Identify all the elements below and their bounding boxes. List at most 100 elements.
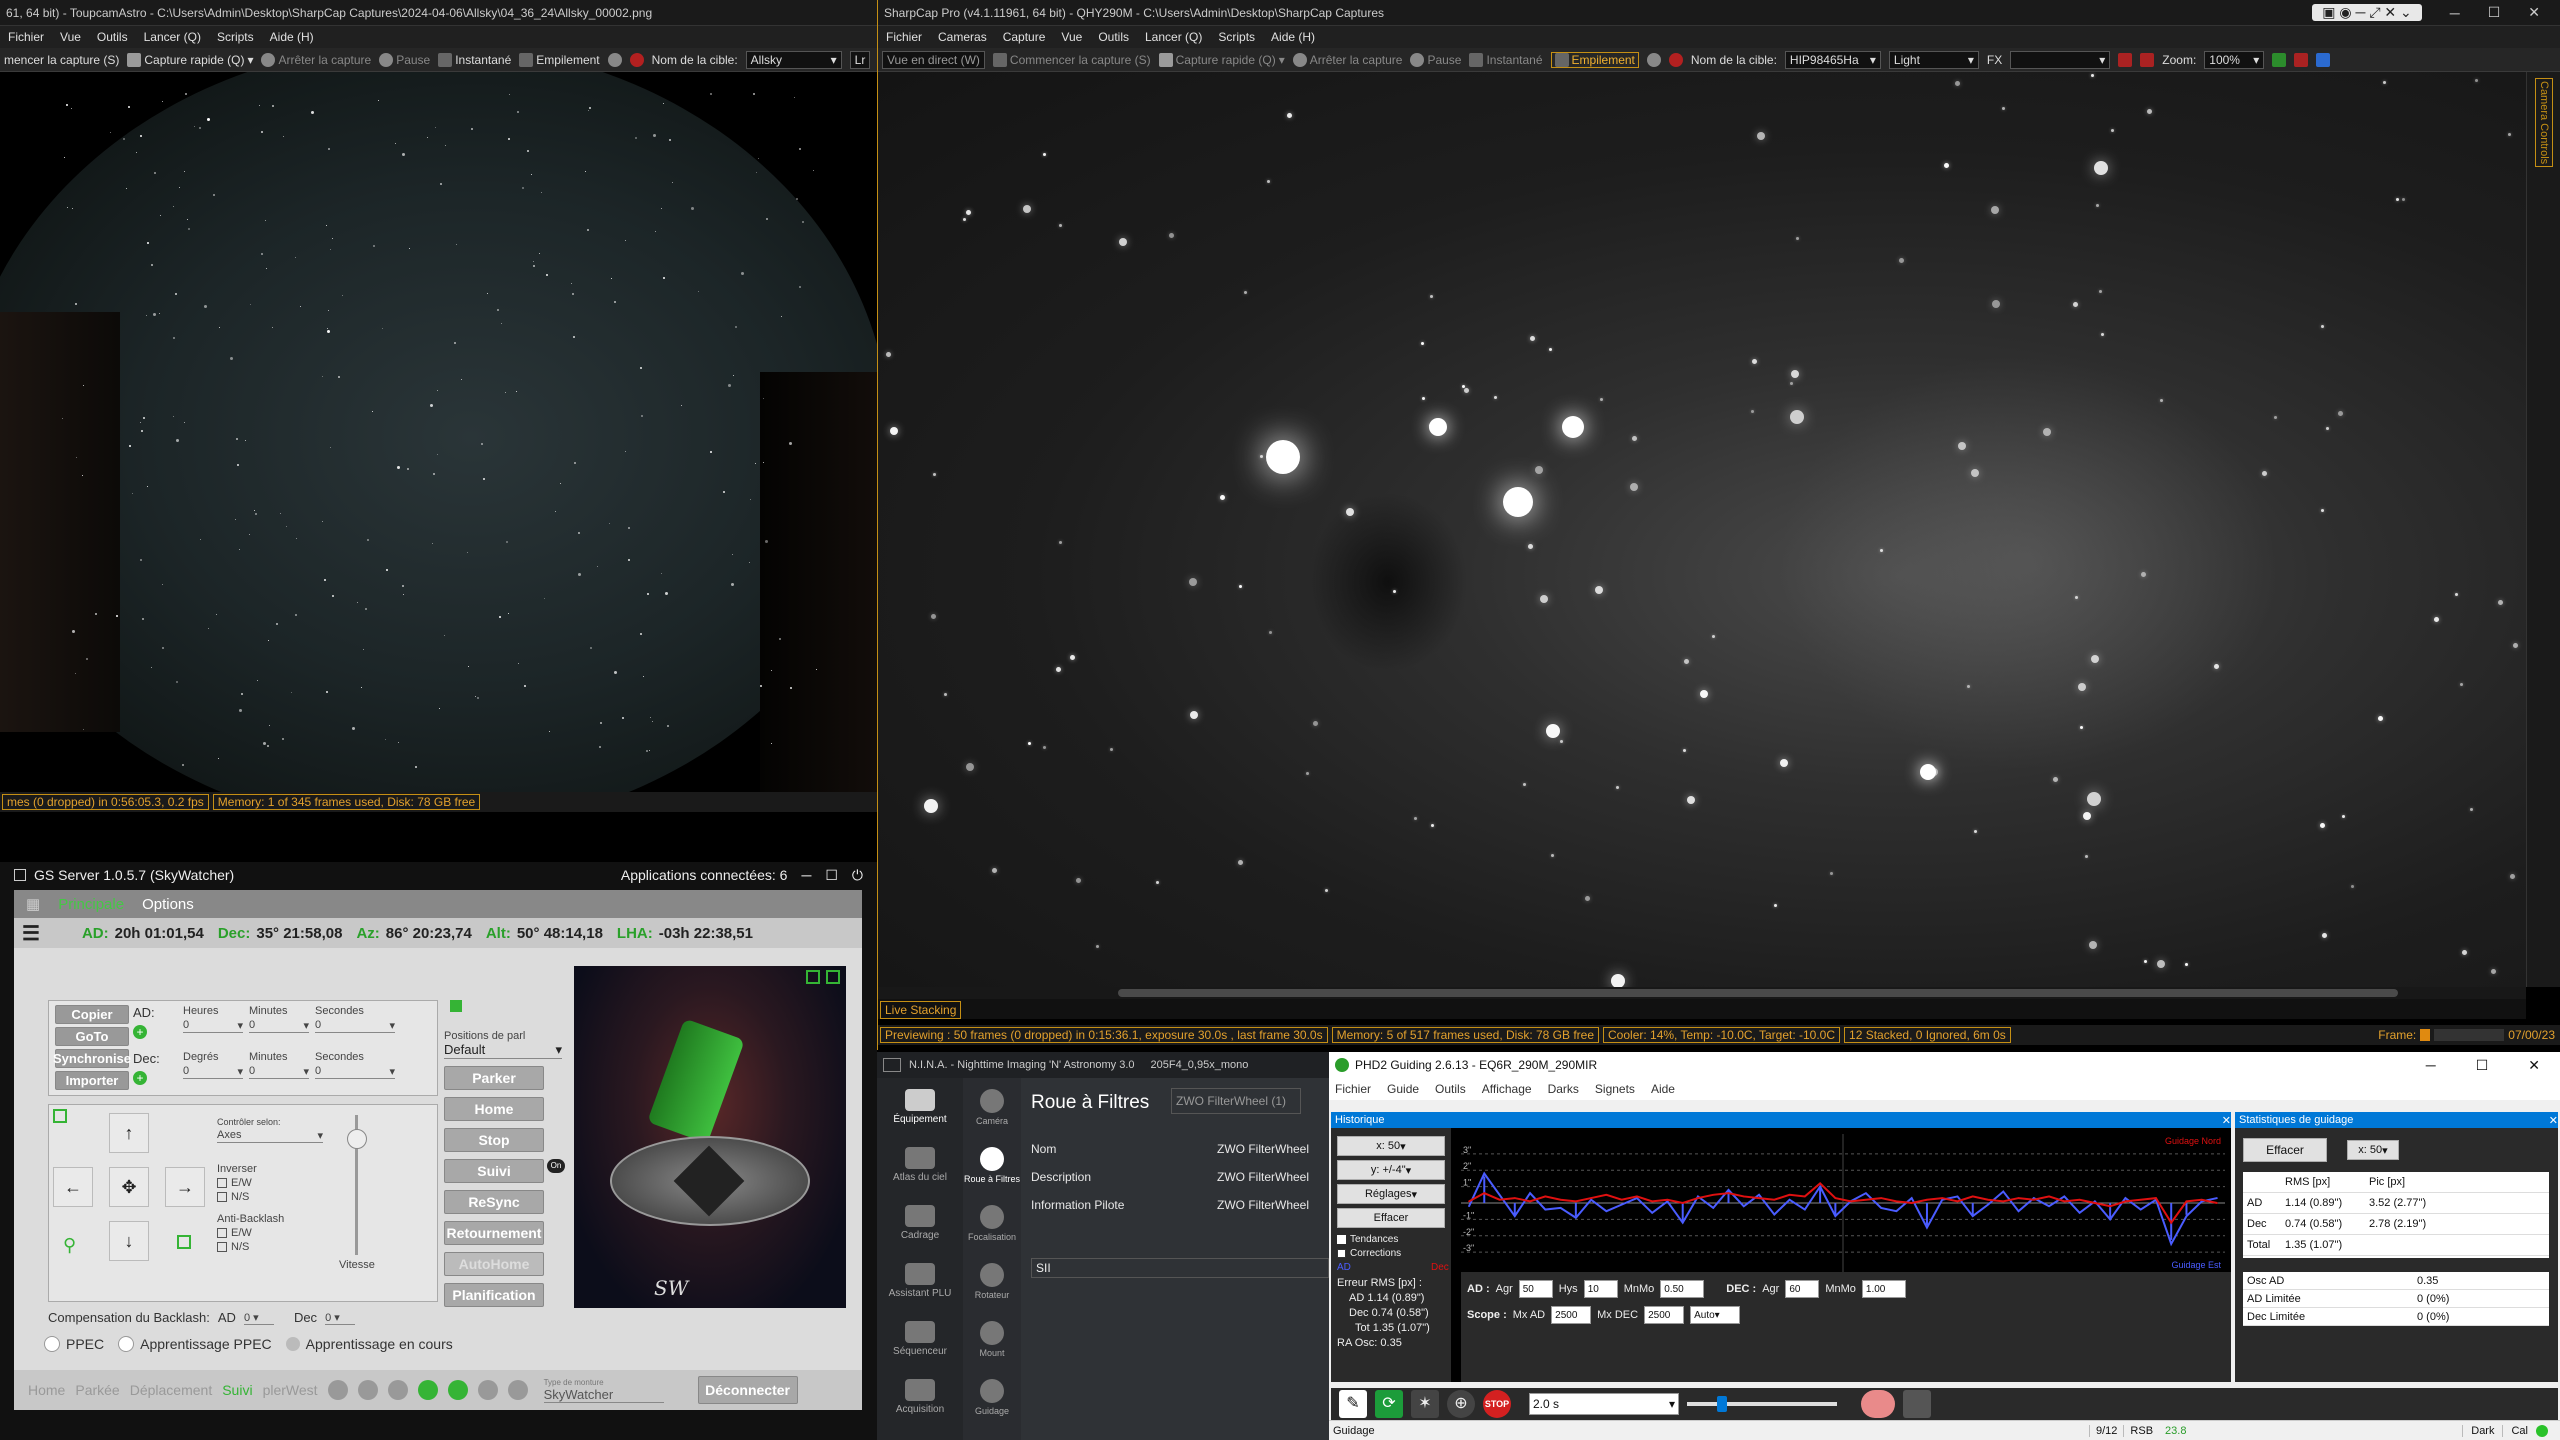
minimize-icon[interactable]: ─: [801, 867, 811, 883]
arrow-right-button[interactable]: →: [165, 1167, 205, 1207]
mount-retournement-button[interactable]: Retournement: [444, 1221, 544, 1245]
expand-icon[interactable]: [53, 1109, 67, 1123]
ppec-learning-toggle[interactable]: [118, 1336, 135, 1352]
menu-item[interactable]: Lancer (Q): [1145, 30, 1202, 44]
mount-type-select[interactable]: Type de monture SkyWatcher: [543, 1378, 664, 1403]
crosshair-icon[interactable]: [2140, 52, 2155, 67]
scrollbar-thumb[interactable]: [1118, 989, 2398, 997]
mount-planification-button[interactable]: Planification: [444, 1283, 544, 1307]
checkbox-icon[interactable]: [450, 1000, 462, 1012]
sync-button[interactable]: Synchronise: [53, 1049, 131, 1068]
menu-item[interactable]: Aide (H): [1271, 30, 1315, 44]
live-view-button[interactable]: Vue en direct (W): [882, 50, 985, 69]
clear-stats-button[interactable]: Effacer: [2243, 1138, 2327, 1162]
menu-item[interactable]: Vue: [1061, 30, 1082, 44]
histogram-icon[interactable]: [2272, 52, 2287, 67]
ad-minmo-input[interactable]: 0.50: [1660, 1280, 1705, 1298]
nav-3[interactable]: Assistant PLU: [877, 1252, 963, 1310]
tab-principale[interactable]: Principale: [58, 896, 124, 913]
menu-item[interactable]: Darks: [1548, 1082, 1579, 1096]
maximize-icon[interactable]: ☐: [2488, 4, 2501, 21]
dec-minmo-input[interactable]: 1.00: [1861, 1280, 1906, 1298]
horizontal-scrollbar[interactable]: [878, 987, 2526, 999]
quick-capture-button[interactable]: Capture rapide (Q) ▾: [1158, 52, 1285, 67]
target-name-field[interactable]: HIP98465Ha ▾: [1784, 50, 1881, 69]
subnav-3[interactable]: Rotateur: [963, 1252, 1021, 1310]
search-icon[interactable]: [2294, 52, 2309, 67]
center-move-button[interactable]: ✥: [109, 1167, 149, 1207]
minimize-icon[interactable]: ─: [2426, 1057, 2436, 1073]
ra-hours-input[interactable]: 0 ▾: [183, 1019, 243, 1033]
stack-button[interactable]: Empilement: [1550, 51, 1639, 68]
usb-icon[interactable]: [417, 1380, 438, 1400]
warning-icon[interactable]: [357, 1380, 378, 1400]
pause-button[interactable]: Pause: [1410, 52, 1461, 67]
red-record-icon[interactable]: [629, 52, 644, 67]
menu-item[interactable]: Fichier: [886, 30, 922, 44]
mount-home-button[interactable]: Home: [444, 1097, 544, 1121]
ra-seconds-input[interactable]: 0 ▾: [315, 1019, 395, 1033]
backlash-dec-input[interactable]: 0 ▾: [325, 1311, 356, 1325]
ad-aggressiveness-input[interactable]: 50: [1518, 1280, 1553, 1298]
allsky-pause-button[interactable]: Pause: [379, 52, 430, 67]
allsky-snapshot-button[interactable]: Instantané: [438, 52, 511, 67]
alarm-icon[interactable]: [387, 1380, 408, 1400]
minimize-icon[interactable]: ─: [2450, 5, 2460, 21]
filter-field[interactable]: SII: [1031, 1258, 1329, 1278]
mount-autohome-button[interactable]: AutoHome: [444, 1252, 544, 1276]
subnav-0[interactable]: Caméra: [963, 1078, 1021, 1136]
menu-item[interactable]: Capture: [1003, 30, 1046, 44]
menu-item[interactable]: Aide (H): [270, 30, 314, 44]
nav-0[interactable]: Équipement: [877, 1078, 963, 1136]
menu-item[interactable]: Guide: [1387, 1082, 1419, 1096]
nav-4[interactable]: Séquenceur: [877, 1310, 963, 1368]
dec-aggressiveness-input[interactable]: 60: [1785, 1280, 1820, 1298]
invert-ew-checkbox[interactable]: E/W: [217, 1177, 252, 1189]
nav-1[interactable]: Atlas du ciel: [877, 1136, 963, 1194]
zoom-select[interactable]: 100% ▾: [2204, 50, 2265, 69]
mount-stop-button[interactable]: Stop: [444, 1128, 544, 1152]
menu-item[interactable]: Cameras: [938, 30, 987, 44]
dec-degrees-input[interactable]: 0 ▾: [183, 1065, 243, 1079]
power-icon[interactable]: ⏻: [852, 867, 863, 884]
speed-slider-thumb[interactable]: [347, 1129, 367, 1149]
close-icon[interactable]: ✕: [2528, 1057, 2540, 1074]
menu-item[interactable]: Fichier: [8, 30, 44, 44]
tools-icon[interactable]: [1903, 1390, 1931, 1418]
nav-2[interactable]: Cadrage: [877, 1194, 963, 1252]
max-dec-input[interactable]: 2500: [1644, 1306, 1685, 1324]
globe-icon[interactable]: [447, 1380, 468, 1400]
allsky-quick-capture-button[interactable]: Capture rapide (Q) ▾: [127, 52, 253, 67]
x-scale-select[interactable]: x: 50 ▾: [1337, 1136, 1445, 1156]
mount-parker-button[interactable]: Parker: [444, 1066, 544, 1090]
menu-icon[interactable]: ☰: [22, 921, 40, 946]
dec-minutes-input[interactable]: 0 ▾: [249, 1065, 309, 1079]
star-select-icon[interactable]: ✶: [1411, 1390, 1439, 1418]
close-icon[interactable]: ✕: [2222, 1114, 2231, 1127]
snapshot-button[interactable]: Instantané: [1469, 52, 1543, 67]
trends-checkbox[interactable]: Tendances: [1337, 1234, 1398, 1245]
y-scale-select[interactable]: y: +/-4" ▾: [1337, 1160, 1445, 1180]
dec-mode-select[interactable]: Auto ▾: [1690, 1306, 1741, 1324]
subnav-5[interactable]: Guidage: [963, 1368, 1021, 1426]
alert-icon[interactable]: [327, 1380, 348, 1400]
mount-resync-button[interactable]: ReSync: [444, 1190, 544, 1214]
add-icon[interactable]: +: [133, 1025, 147, 1039]
live-stacking-tab[interactable]: Live Stacking: [880, 1001, 962, 1019]
nav-5[interactable]: Acquisition: [877, 1368, 963, 1426]
arrow-left-button[interactable]: ←: [53, 1167, 93, 1207]
window-icons[interactable]: ▣ ◉ ─ ⤢ ✕ ⌄: [2312, 4, 2422, 21]
device-select[interactable]: ZWO FilterWheel (1): [1171, 1088, 1301, 1114]
refresh-icon[interactable]: ⟳: [1375, 1390, 1403, 1418]
menu-item[interactable]: Aide: [1651, 1082, 1675, 1096]
menu-item[interactable]: Vue: [60, 30, 81, 44]
stop-capture-button[interactable]: Arrêter la capture: [1292, 52, 1402, 67]
guide-target-icon[interactable]: ⊕: [1447, 1390, 1475, 1418]
backlash-ad-input[interactable]: 0 ▾: [243, 1311, 274, 1325]
settings-icon[interactable]: [2316, 52, 2331, 67]
fx-select[interactable]: ▾: [2010, 50, 2111, 69]
menu-item[interactable]: Scripts: [217, 30, 254, 44]
corrections-checkbox[interactable]: Corrections: [1337, 1248, 1401, 1259]
brain-icon[interactable]: [1861, 1390, 1895, 1418]
usb-icon[interactable]: ⚲: [63, 1235, 76, 1256]
